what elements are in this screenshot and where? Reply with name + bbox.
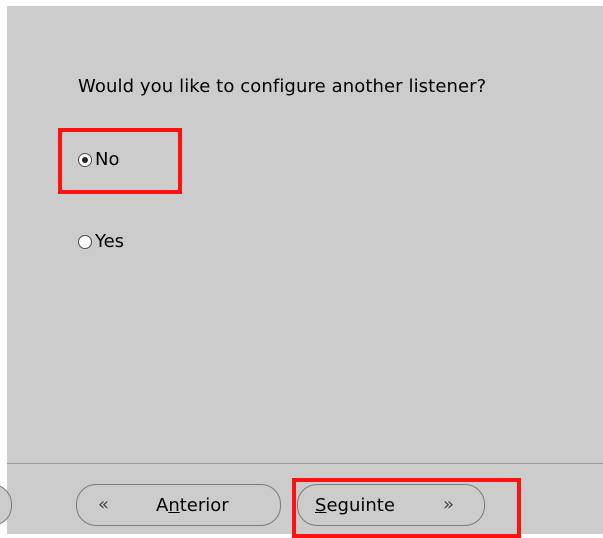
radio-option-yes-label: Yes (95, 231, 125, 252)
radio-option-no-label: No (95, 149, 120, 170)
next-button[interactable]: Seguinte » (297, 484, 485, 526)
chevron-left-icon: « (98, 494, 110, 515)
back-button[interactable]: « Anterior (76, 484, 281, 526)
chevron-right-icon: » (443, 494, 455, 515)
question-text: Would you like to configure another list… (78, 76, 487, 97)
radio-option-no[interactable]: No (78, 149, 119, 170)
next-button-label: Seguinte (315, 495, 395, 516)
back-button-label: Anterior (156, 495, 229, 516)
radio-unselected-icon[interactable] (78, 234, 92, 249)
radio-selected-icon[interactable] (78, 152, 92, 167)
radio-option-yes[interactable]: Yes (78, 231, 124, 252)
